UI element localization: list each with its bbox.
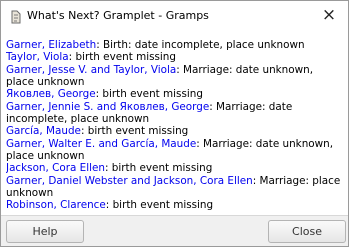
list-item: García, Maude: birth event missing bbox=[6, 125, 341, 137]
list-item: Garner, Daniel Webster and Jackson, Cora… bbox=[6, 175, 341, 200]
title-bar: What's Next? Gramplet - Gramps × bbox=[1, 1, 348, 31]
person-link[interactable]: Garner, Walter E. and García, Maude bbox=[6, 138, 196, 150]
help-button[interactable]: Help bbox=[6, 220, 84, 243]
whats-next-list: Garner, Elizabeth: Birth: date incomplet… bbox=[6, 39, 341, 214]
person-link[interactable]: Яковлев, George bbox=[6, 88, 96, 100]
window-title: What's Next? Gramplet - Gramps bbox=[27, 9, 209, 22]
person-link[interactable]: Garner, Elizabeth bbox=[6, 39, 96, 51]
close-icon[interactable]: × bbox=[318, 4, 340, 26]
entry-text: : birth event missing bbox=[105, 162, 213, 175]
person-link[interactable]: Garner, Daniel Webster and Jackson, Cora… bbox=[6, 175, 253, 187]
person-link[interactable]: García, Maude bbox=[6, 125, 81, 137]
entry-text: : Birth: date incomplete, place unknown bbox=[96, 39, 305, 51]
button-bar: Help Close bbox=[1, 215, 348, 246]
person-link[interactable]: Taylor, Viola bbox=[6, 51, 69, 63]
list-item: Garner, Jennie S. and Яковлев, George: M… bbox=[6, 101, 341, 126]
person-link[interactable]: Robinson, Clarence bbox=[6, 199, 106, 211]
list-item: Яковлев, George: birth event missing bbox=[6, 88, 341, 100]
close-button[interactable]: Close bbox=[268, 220, 346, 243]
list-item: Garner, Jesse V. and Taylor, Viola: Marr… bbox=[6, 64, 341, 89]
entry-text: : birth event missing bbox=[105, 199, 214, 212]
list-item: Garner, Elizabeth: Birth: date incomplet… bbox=[6, 39, 341, 51]
entry-text: : birth event missing bbox=[68, 51, 176, 64]
list-item: Taylor, Viola: birth event missing bbox=[6, 51, 341, 63]
person-link[interactable]: Garner, Jennie S. and Яковлев, George bbox=[6, 101, 209, 113]
list-item: Garner, Walter E. and García, Maude: Mar… bbox=[6, 138, 341, 163]
entry-text: : birth event missing bbox=[95, 88, 203, 101]
entry-text: : birth event missing bbox=[80, 125, 189, 138]
person-link[interactable]: Jackson, Cora Ellen bbox=[6, 162, 105, 174]
list-item: Robinson, Clarence: birth event missing bbox=[6, 199, 341, 211]
gramplet-window: What's Next? Gramplet - Gramps × Garner,… bbox=[0, 0, 349, 247]
list-item: Jackson, Cora Ellen: birth event missing bbox=[6, 162, 341, 174]
gramps-app-icon bbox=[10, 9, 22, 24]
person-link[interactable]: Garner, Jesse V. and Taylor, Viola bbox=[6, 64, 176, 76]
